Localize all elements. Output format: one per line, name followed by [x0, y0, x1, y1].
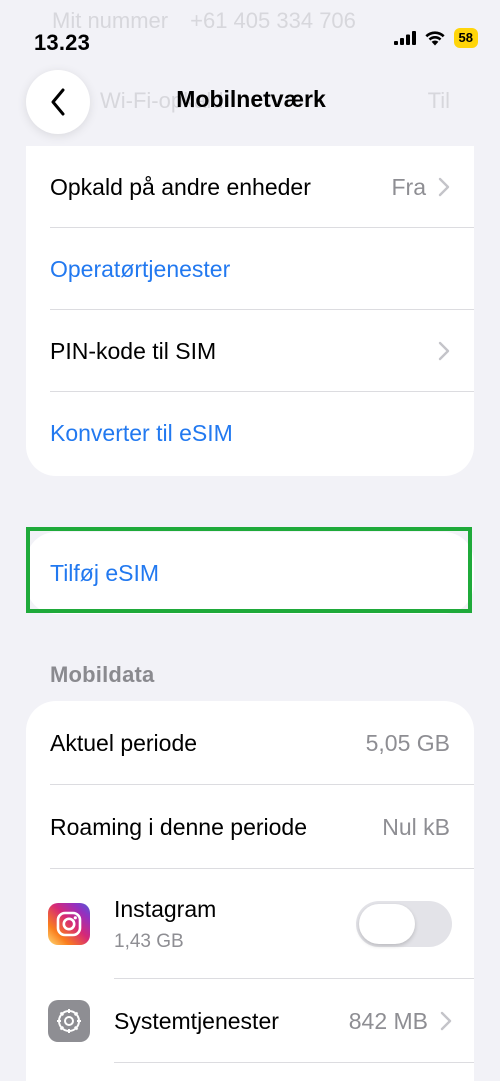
row-add-esim[interactable]: Tilføj eSIM: [26, 532, 474, 614]
app-text: Instagram 1,43 GB: [114, 896, 356, 953]
row-calls-on-other-devices[interactable]: Opkald på andre enheder Fra: [26, 146, 474, 228]
status-time: 13.23: [34, 30, 91, 55]
battery-indicator: 58: [453, 28, 478, 48]
row-carrier-services[interactable]: Operatørtjenester: [26, 228, 474, 310]
row-label: Opkald på andre enheder: [50, 173, 311, 200]
row-sim-pin[interactable]: PIN-kode til SIM: [26, 310, 474, 392]
ghost-value: +61 405 334 706: [190, 8, 356, 33]
divider: [114, 1062, 474, 1063]
add-esim-link[interactable]: Tilføj eSIM: [50, 560, 450, 587]
app-name: Instagram: [114, 895, 217, 922]
signal-icon: [393, 31, 416, 45]
row-value: Fra: [391, 173, 427, 200]
wifi-icon: [424, 31, 445, 46]
scrolled-under-row: Mit nummer +61 405 334 706: [52, 8, 356, 34]
camera-glyph-icon: [56, 911, 82, 937]
chevron-right-icon: [440, 1011, 452, 1031]
row-value: 5,05 GB: [365, 729, 450, 756]
app-row-instagram: Instagram 1,43 GB: [26, 869, 474, 979]
app-row-system-services[interactable]: Systemtjenester 842 MB: [26, 979, 474, 1063]
chevron-right-icon: [438, 341, 450, 361]
app-text: Systemtjenester: [114, 1008, 349, 1035]
app-name: Systemtjenester: [114, 1007, 279, 1034]
instagram-icon: [48, 903, 90, 945]
chevron-left-icon: [51, 88, 65, 116]
status-icons: 58: [393, 28, 478, 48]
instagram-data-toggle[interactable]: [356, 901, 452, 947]
row-value: 842 MB: [348, 1007, 428, 1034]
gear-glyph-icon: [57, 1009, 81, 1033]
row-label: PIN-kode til SIM: [50, 337, 217, 364]
convert-to-esim-link[interactable]: Konverter til eSIM: [50, 420, 450, 447]
section-header-mobile-data: Mobildata: [50, 662, 155, 687]
gear-icon: [48, 1000, 90, 1042]
add-esim-group: Tilføj eSIM: [26, 532, 474, 614]
chevron-right-icon: [438, 177, 450, 197]
row-label: Aktuel periode: [50, 729, 198, 756]
mobile-data-group: Aktuel periode 5,05 GB Roaming i denne p…: [26, 701, 474, 1081]
toggle-knob: [359, 904, 415, 944]
app-usage: 1,43 GB: [114, 930, 184, 952]
row-current-period: Aktuel periode 5,05 GB: [26, 701, 474, 785]
row-convert-to-esim[interactable]: Konverter til eSIM: [26, 392, 474, 474]
status-bar: Mit nummer +61 405 334 706 13.23 58: [0, 0, 500, 80]
carrier-services-link[interactable]: Operatørtjenester: [50, 256, 450, 283]
row-label: Roaming i denne periode: [50, 813, 308, 840]
row-roaming-period: Roaming i denne periode Nul kB: [26, 785, 474, 869]
settings-group: Opkald på andre enheder Fra Operatørtjen…: [26, 146, 474, 476]
row-value: Nul kB: [382, 813, 450, 840]
